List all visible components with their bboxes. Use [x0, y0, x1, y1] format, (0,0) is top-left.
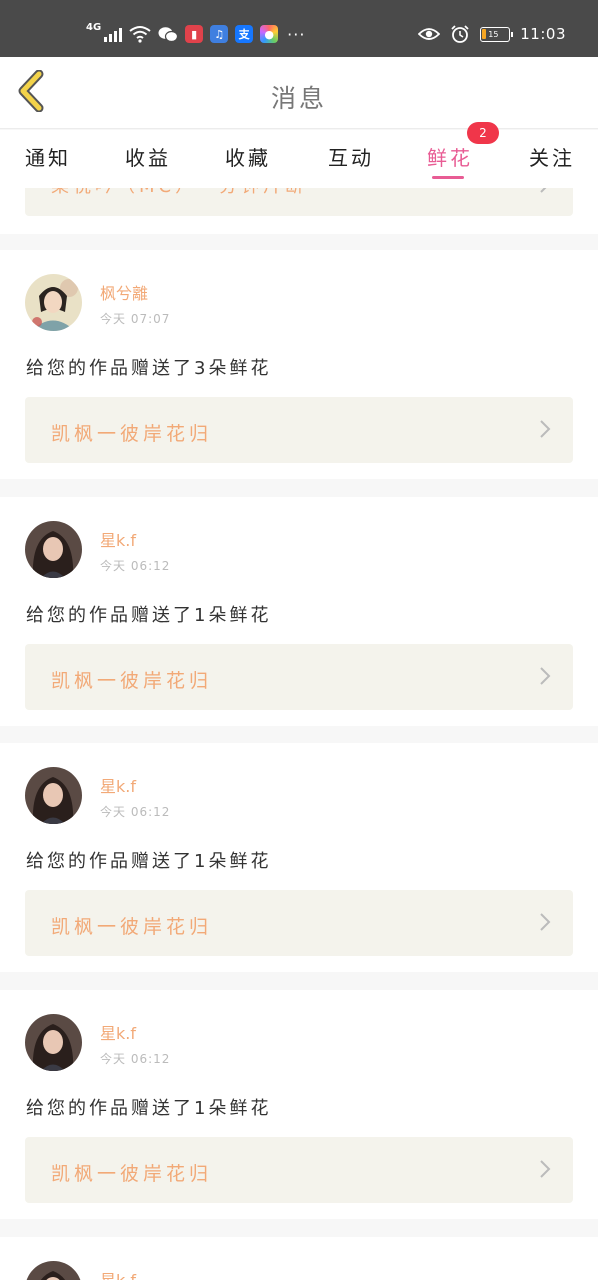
avatar[interactable]: [25, 1014, 82, 1071]
wechat-icon: [158, 26, 179, 42]
chevron-right-icon: [540, 420, 551, 438]
message-card-partial-top: 梁祝吟（MC）一分钟片断: [0, 188, 598, 234]
work-title: 凯枫一彼岸花归: [51, 423, 213, 445]
work-link[interactable]: 凯枫一彼岸花归: [25, 890, 573, 956]
chevron-right-icon: [540, 1160, 551, 1178]
username[interactable]: 星k.f: [100, 527, 136, 551]
battery-level: 15: [488, 29, 499, 39]
battery-fill: [482, 29, 487, 39]
photos-icon: ●: [260, 25, 279, 43]
wifi-icon: [129, 26, 151, 43]
message-text: 给您的作品赠送了1朵鲜花: [26, 851, 272, 872]
timestamp: 今天 06:12: [100, 559, 171, 573]
username[interactable]: 星k.f: [100, 1020, 136, 1044]
username[interactable]: 星k.f: [100, 1267, 136, 1280]
tab-flowers[interactable]: 鲜花: [410, 142, 490, 179]
work-link[interactable]: 凯枫一彼岸花归: [25, 1137, 573, 1203]
tab-favorites[interactable]: 收藏: [208, 142, 288, 171]
avatar[interactable]: [25, 767, 82, 824]
timestamp: 今天 07:07: [100, 312, 171, 326]
avatar[interactable]: [25, 274, 82, 331]
message-text: 给您的作品赠送了3朵鲜花: [26, 358, 272, 379]
work-title: 凯枫一彼岸花归: [51, 916, 213, 938]
status-bar: 4G ▮ ♫ 支 ● ··· 15 11:03: [0, 0, 598, 57]
work-title: 凯枫一彼岸花归: [51, 670, 213, 692]
message-list[interactable]: 梁祝吟（MC）一分钟片断 枫兮離 今天 07:07 给您的作品赠送了3朵鲜花 凯…: [0, 188, 598, 1280]
tab-notifications[interactable]: 通知: [8, 142, 88, 171]
message-card: 星k.f: [0, 1237, 598, 1280]
avatar[interactable]: [25, 521, 82, 578]
message-text: 给您的作品赠送了1朵鲜花: [26, 605, 272, 626]
timestamp: 今天 06:12: [100, 1052, 171, 1066]
message-card: 星k.f 今天 06:12 给您的作品赠送了1朵鲜花 凯枫一彼岸花归: [0, 990, 598, 1219]
active-tab-indicator: [432, 176, 464, 179]
work-link[interactable]: 凯枫一彼岸花归: [25, 644, 573, 710]
tab-flowers-label: 鲜花: [427, 146, 473, 170]
alipay-icon: 支: [235, 25, 254, 43]
tab-earnings[interactable]: 收益: [108, 142, 188, 171]
more-notifications-icon: ···: [287, 24, 306, 44]
status-bar-left: 4G ▮ ♫ 支 ● ···: [86, 20, 305, 48]
message-text: 给您的作品赠送了1朵鲜花: [26, 1098, 272, 1119]
avatar[interactable]: [25, 1261, 82, 1280]
chevron-right-icon: [540, 913, 551, 931]
work-title: 凯枫一彼岸花归: [51, 1163, 213, 1185]
tab-interactions[interactable]: 互动: [311, 142, 391, 171]
tab-following[interactable]: 关注: [512, 142, 592, 171]
music-icon: ♫: [210, 25, 229, 43]
chevron-right-icon: [540, 667, 551, 685]
page-title: 消息: [270, 84, 327, 113]
network-type: 4G: [86, 22, 102, 33]
username[interactable]: 星k.f: [100, 773, 136, 797]
work-title: 梁祝吟（MC）一分钟片断: [51, 188, 307, 198]
clock: 11:03: [520, 25, 566, 43]
status-bar-right: 15 11:03: [418, 22, 566, 46]
signal-icon: [104, 26, 123, 42]
message-card: 星k.f 今天 06:12 给您的作品赠送了1朵鲜花 凯枫一彼岸花归: [0, 743, 598, 972]
battery-icon: 15: [480, 26, 514, 42]
timestamp: 今天 06:12: [100, 805, 171, 819]
app-red-icon: ▮: [185, 25, 204, 43]
eye-icon: [418, 28, 441, 40]
username[interactable]: 枫兮離: [100, 280, 148, 304]
chevron-right-icon: [540, 188, 547, 193]
message-card: 星k.f 今天 06:12 给您的作品赠送了1朵鲜花 凯枫一彼岸花归: [0, 497, 598, 726]
work-link[interactable]: 凯枫一彼岸花归: [25, 397, 573, 463]
header-bar: 消息: [0, 57, 598, 129]
alarm-icon: [451, 25, 469, 43]
flowers-unread-badge: 2: [467, 122, 499, 144]
tab-bar: 通知 收益 收藏 互动 鲜花 关注: [0, 130, 598, 188]
work-link[interactable]: 梁祝吟（MC）一分钟片断: [25, 188, 573, 216]
message-card: 枫兮離 今天 07:07 给您的作品赠送了3朵鲜花 凯枫一彼岸花归: [0, 250, 598, 479]
